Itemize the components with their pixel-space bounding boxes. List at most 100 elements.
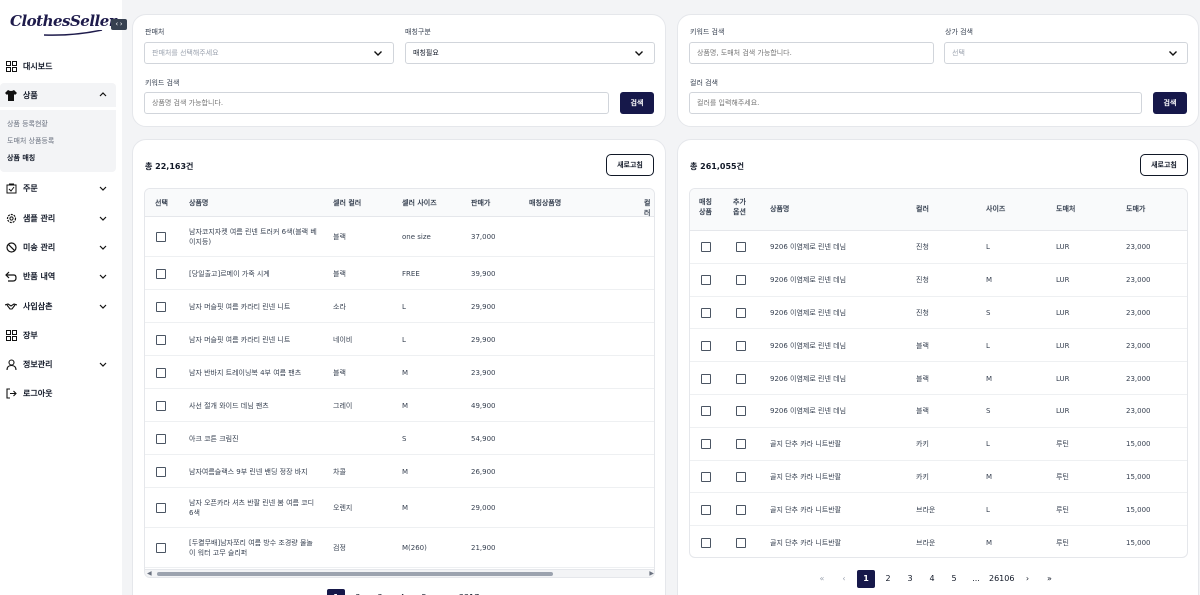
row-checkbox[interactable] [156, 503, 166, 513]
sidebar-item-ledger[interactable]: 장부 [0, 323, 116, 347]
submenu-item-wholesale-register[interactable]: 도매처 상품등록 [7, 136, 54, 146]
extra-option-checkbox[interactable] [736, 307, 746, 318]
first-page-icon[interactable]: « [283, 589, 301, 595]
match-checkbox[interactable] [701, 537, 711, 548]
page-number[interactable]: 5 [415, 589, 433, 595]
page-ellipsis: ... [972, 574, 980, 583]
match-checkbox[interactable] [701, 471, 711, 482]
seller-size: L [402, 335, 406, 344]
page-number[interactable]: 26106 [989, 570, 1014, 588]
row-checkbox[interactable] [156, 367, 166, 378]
row-checkbox[interactable] [156, 232, 166, 242]
store-select[interactable]: 선택 [944, 42, 1188, 64]
sidebar-item-buying-agent[interactable]: 사입삼촌 [0, 294, 116, 318]
extra-option-checkbox[interactable] [736, 373, 746, 384]
scroll-left-arrow-icon[interactable]: ◀ [147, 570, 152, 577]
scrollbar-thumb[interactable] [157, 572, 553, 576]
page-number[interactable]: 4 [923, 570, 941, 588]
page-ellipsis: ... [437, 589, 455, 595]
match-checkbox[interactable] [701, 439, 711, 450]
sidebar-item-orders[interactable]: 주문 [0, 176, 116, 200]
match-checkbox[interactable] [701, 307, 711, 318]
vendor: 루틴 [1056, 538, 1069, 547]
sidebar-item-samples[interactable]: 샘플 관리 [0, 206, 116, 230]
sidebar-item-logout[interactable]: 로그아웃 [0, 381, 116, 405]
ledger-grid-icon [5, 329, 17, 341]
col-matched: 매칭 상품 [699, 198, 712, 216]
sidebar-collapse-button[interactable]: ‹› [111, 19, 127, 30]
page-number[interactable]: 5 [945, 570, 963, 588]
seller-select[interactable]: 판매처를 선택해주세요 [144, 42, 394, 64]
extra-option-checkbox[interactable] [736, 406, 746, 417]
refresh-button[interactable]: 새로고침 [1140, 154, 1188, 176]
color-search-input[interactable] [689, 92, 1142, 114]
seller-size: L [402, 302, 406, 311]
submenu-item-product-status[interactable]: 상품 등록현황 [7, 119, 48, 129]
sidebar-item-unshipped[interactable]: 미송 관리 [0, 235, 116, 259]
page-number[interactable]: 3 [371, 589, 389, 595]
left-search-button[interactable]: 검색 [620, 92, 654, 114]
keyword-search-input[interactable] [144, 92, 609, 114]
row-checkbox[interactable] [156, 543, 166, 553]
extra-option-checkbox[interactable] [736, 439, 746, 450]
page-number[interactable]: 1 [857, 570, 875, 588]
horizontal-scrollbar[interactable]: ◀ ▶ [145, 569, 654, 577]
page-number[interactable]: 2 [879, 570, 897, 588]
submenu-item-product-matching[interactable]: 상품 매칭 [7, 153, 35, 163]
table-row: 골지 단추 카라 니트반팔 카키 M 루틴 15,000 [690, 461, 1187, 494]
match-checkbox[interactable] [701, 406, 711, 417]
seller-size: M [402, 368, 409, 377]
chevron-down-icon [99, 274, 107, 279]
table-row: 남자 머슬핏 여름 카라티 린넨 니트 소라 L 29,900 [145, 290, 654, 323]
product-name: [두켤무배]남자쪼리 여름 방수 조경량 물놀이 워터 고무 슬리퍼 [189, 539, 313, 557]
product-name: 9206 이염제로 린넨 데님 [770, 308, 847, 317]
sidebar-item-products[interactable]: 상품 [0, 83, 116, 107]
match-checkbox[interactable] [701, 504, 711, 515]
sidebar-item-returns[interactable]: 반품 내역 [0, 264, 116, 288]
scroll-right-arrow-icon[interactable]: ▶ [649, 570, 654, 577]
wholesale-price: 15,000 [1126, 472, 1151, 481]
price: 29,000 [471, 504, 496, 512]
page-number[interactable]: 3 [901, 570, 919, 588]
match-type-select[interactable]: 매칭필요 [405, 42, 655, 64]
prev-page-icon[interactable]: ‹ [305, 589, 323, 595]
match-checkbox[interactable] [701, 373, 711, 384]
first-page-icon[interactable]: « [813, 570, 831, 588]
row-checkbox[interactable] [156, 334, 166, 345]
extra-option-checkbox[interactable] [736, 537, 746, 548]
page-number[interactable]: 4 [393, 589, 411, 595]
match-checkbox[interactable] [701, 242, 711, 253]
extra-option-checkbox[interactable] [736, 242, 746, 253]
extra-option-checkbox[interactable] [736, 340, 746, 351]
page-number[interactable]: 1 [327, 589, 345, 595]
row-checkbox[interactable] [156, 400, 166, 411]
wholesale-price: 23,000 [1126, 243, 1151, 252]
logo[interactable]: ClothesSeller [10, 12, 117, 30]
extra-option-checkbox[interactable] [736, 471, 746, 482]
next-page-icon[interactable]: › [483, 589, 501, 595]
table-row: 9206 이염제로 린넨 데님 블랙 L LUR 23,000 [690, 329, 1187, 363]
refresh-button[interactable]: 새로고침 [606, 154, 654, 176]
extra-option-checkbox[interactable] [736, 275, 746, 286]
page-number[interactable]: 2217 [459, 589, 479, 595]
product-name: 9206 이염제로 린넨 데님 [770, 243, 847, 252]
row-checkbox[interactable] [156, 433, 166, 444]
row-checkbox[interactable] [156, 268, 166, 279]
wholesale-keyword-input[interactable] [689, 42, 934, 64]
product-name: 남자 반바지 트레이닝복 4부 여름 팬츠 [189, 368, 302, 377]
product-name: 골지 단추 카라 니트반팔 [770, 440, 842, 449]
extra-option-checkbox[interactable] [736, 504, 746, 515]
next-page-icon[interactable]: › [1018, 570, 1036, 588]
sidebar-item-account[interactable]: 정보관리 [0, 352, 116, 376]
product-name: 골지 단추 카라 니트반팔 [770, 538, 842, 547]
last-page-icon[interactable]: » [505, 589, 523, 595]
prev-page-icon[interactable]: ‹ [835, 570, 853, 588]
match-checkbox[interactable] [701, 340, 711, 351]
sidebar-item-dashboard[interactable]: 대시보드 [0, 54, 116, 78]
last-page-icon[interactable]: » [1040, 570, 1058, 588]
row-checkbox[interactable] [156, 466, 166, 477]
match-checkbox[interactable] [701, 275, 711, 286]
row-checkbox[interactable] [156, 301, 166, 312]
page-number[interactable]: 2 [349, 589, 367, 595]
right-search-button[interactable]: 검색 [1153, 92, 1187, 114]
